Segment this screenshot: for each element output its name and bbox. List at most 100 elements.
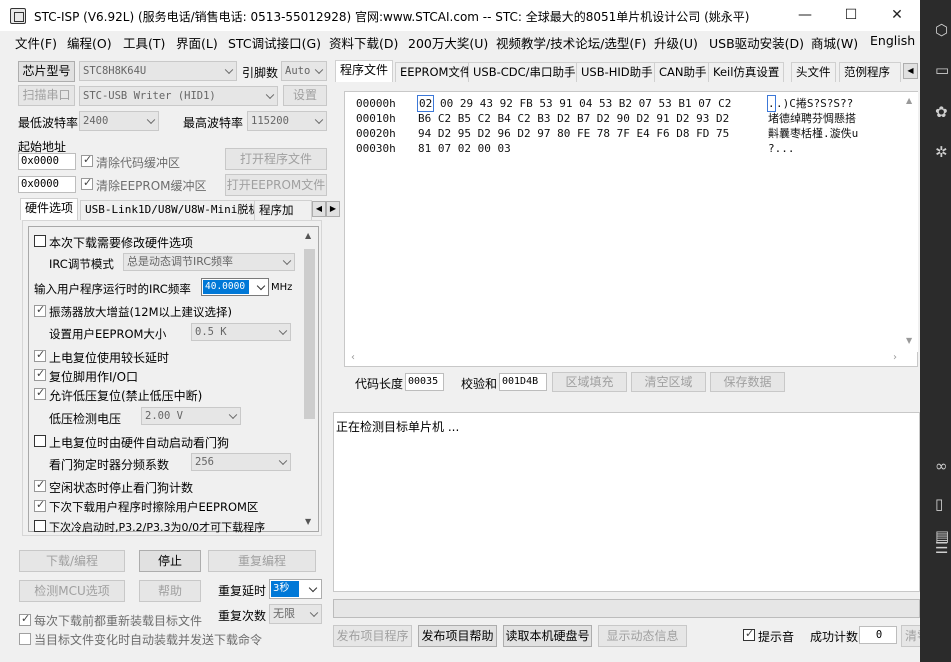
clear-region-button[interactable]: 清空区域 <box>631 372 706 392</box>
tab-usb-cdc[interactable]: USB-CDC/串口助手 <box>468 62 581 82</box>
menu-icon[interactable]: ☰ <box>935 540 951 556</box>
irc-freq-select[interactable]: 40.0000 <box>201 278 269 296</box>
repeat-count-select[interactable]: 无限 <box>269 604 322 624</box>
scroll-left-icon[interactable]: ‹ <box>351 352 355 363</box>
menu-interface[interactable]: 界面(L) <box>176 33 218 52</box>
clear-eeprom-label: 清除EEPROM缓冲区 <box>96 179 207 193</box>
wdt-auto-checkbox[interactable] <box>34 435 46 447</box>
show-dynamic-info-button[interactable]: 显示动态信息 <box>598 625 687 647</box>
chip-type-button[interactable]: 芯片型号 <box>18 61 75 82</box>
app-icon <box>10 8 26 24</box>
eeprom-size-select[interactable]: 0.5 K <box>191 323 291 341</box>
eeprom-address-input[interactable]: 0x0000 <box>18 176 76 193</box>
tab-usb-link[interactable]: USB-Link1D/U8W/U8W-Mini脱机 <box>80 200 265 220</box>
gear-icon[interactable]: ✿ <box>935 104 951 120</box>
close-button[interactable]: ✕ <box>874 0 920 31</box>
options-scrollbar[interactable]: ▲ ▼ <box>301 227 318 531</box>
chip-select[interactable]: STC8H8K64U <box>79 61 237 81</box>
menu-docs[interactable]: 资料下载(D) <box>329 33 398 52</box>
pin-select[interactable]: Auto <box>281 61 327 81</box>
publish-help-button[interactable]: 发布项目帮助 <box>418 625 497 647</box>
menu-tools[interactable]: 工具(T) <box>123 33 165 52</box>
open-program-file-button[interactable]: 打开程序文件 <box>225 148 327 170</box>
tab-program-file[interactable]: 程序文件 <box>335 60 394 82</box>
scan-port-button[interactable]: 扫描串口 <box>18 85 75 106</box>
scroll-down-icon[interactable]: ▼ <box>906 336 912 345</box>
fill-region-button[interactable]: 区域填充 <box>552 372 627 392</box>
erase-eeprom-checkbox[interactable] <box>34 498 46 512</box>
panel-icon[interactable]: ▯ <box>935 496 951 512</box>
tab-can[interactable]: CAN助手 <box>654 62 712 82</box>
irc-mode-select[interactable]: 总是动态调节IRC频率 <box>123 253 295 271</box>
tab-usb-hid[interactable]: USB-HID助手 <box>576 62 658 82</box>
scroll-up-icon[interactable]: ▲ <box>305 231 311 240</box>
folder-icon[interactable]: ▭ <box>935 62 951 78</box>
scroll-up-icon[interactable]: ▲ <box>906 96 912 105</box>
repeat-delay-select[interactable]: 3秒 <box>269 579 322 599</box>
tab-program-encrypt[interactable]: 程序加 <box>254 200 312 220</box>
menu-program[interactable]: 编程(O) <box>67 33 112 52</box>
cold-boot-checkbox[interactable] <box>34 520 46 532</box>
hex-vscroll[interactable]: ▲ ▼ <box>901 92 918 352</box>
check-mcu-button[interactable]: 检测MCU选项 <box>19 580 125 602</box>
tab-scroll-right-icon[interactable]: ▶ <box>326 201 340 217</box>
log-output[interactable]: 正在检测目标单片机 ... <box>333 412 920 592</box>
scroll-right-icon[interactable]: › <box>893 352 897 363</box>
menu-prize[interactable]: 200万大奖(U) <box>408 33 488 52</box>
open-eeprom-file-button[interactable]: 打开EEPROM文件 <box>225 174 327 196</box>
port-select[interactable]: STC-USB Writer (HID1) <box>79 86 278 106</box>
min-baud-select[interactable]: 2400 <box>79 111 159 131</box>
tab-scroll-left-icon[interactable]: ◀ <box>312 201 326 217</box>
max-baud-select[interactable]: 115200 <box>247 111 327 131</box>
clear-code-checkbox[interactable] <box>81 153 93 167</box>
stop-button[interactable]: 停止 <box>139 550 201 572</box>
tab-header-file[interactable]: 头文件 <box>791 62 836 82</box>
maximize-button[interactable]: ☐ <box>828 0 874 31</box>
hex-editor[interactable]: 00000h 02 00 29 43 92 FB 53 91 04 53 B2 07… <box>344 91 918 367</box>
lvr-checkbox[interactable] <box>34 386 46 400</box>
tab-hardware-options[interactable]: 硬件选项 <box>20 198 79 220</box>
menu-english[interactable]: English <box>870 33 915 48</box>
chevron-down-icon <box>228 410 238 420</box>
read-disk-id-button[interactable]: 读取本机硬盘号 <box>503 625 592 647</box>
link-icon[interactable]: ∞ <box>935 458 951 474</box>
hex-hscroll[interactable]: ‹ › <box>345 350 901 366</box>
tab-keil[interactable]: Keil仿真设置 <box>708 62 785 82</box>
download-program-button[interactable]: 下载/编程 <box>19 550 125 572</box>
minimize-button[interactable]: — <box>782 0 828 31</box>
menu-video[interactable]: 视频教学/技术论坛/选型(F) <box>496 33 646 52</box>
beep-checkbox[interactable] <box>743 627 755 641</box>
scroll-down-icon[interactable]: ▼ <box>305 517 311 526</box>
clear-eeprom-checkbox[interactable] <box>81 176 93 190</box>
reset-io-checkbox[interactable] <box>34 367 46 381</box>
wdt-prescale-select[interactable]: 256 <box>191 453 291 471</box>
menu-debug[interactable]: STC调试接口(G) <box>228 33 321 52</box>
reload-checkbox[interactable] <box>19 612 31 626</box>
reset-io-label: 复位脚用作I/O口 <box>49 370 139 384</box>
scrollbar-thumb[interactable] <box>304 249 315 419</box>
reset-delay-checkbox[interactable] <box>34 348 46 362</box>
menu-shop[interactable]: 商城(W) <box>811 33 858 52</box>
tab-eeprom-file[interactable]: EEPROM文件 <box>395 62 477 82</box>
modify-hw-checkbox[interactable] <box>34 235 46 247</box>
tab-examples[interactable]: 范例程序 <box>839 62 901 82</box>
hex-address: 00020h <box>356 127 396 140</box>
auto-load-checkbox[interactable] <box>19 633 31 645</box>
auto-load-label: 当目标文件变化时自动装载并发送下载命令 <box>34 633 263 647</box>
menu-usb-driver[interactable]: USB驱动安装(D) <box>709 33 804 52</box>
cube-icon[interactable]: ⬡ <box>935 22 951 38</box>
code-address-input[interactable]: 0x0000 <box>18 153 76 170</box>
help-button[interactable]: 帮助 <box>139 580 201 602</box>
lvd-select[interactable]: 2.00 V <box>141 407 241 425</box>
tab-scroll-left-icon[interactable]: ◀ <box>903 63 918 79</box>
menu-upgrade[interactable]: 升级(U) <box>654 33 698 52</box>
repeat-program-button[interactable]: 重复编程 <box>208 550 316 572</box>
save-data-button[interactable]: 保存数据 <box>710 372 785 392</box>
idle-wdt-checkbox[interactable] <box>34 478 46 492</box>
max-baud-label: 最高波特率 <box>183 116 244 130</box>
osc-gain-checkbox[interactable] <box>34 303 46 317</box>
publish-program-button[interactable]: 发布项目程序 <box>333 625 412 647</box>
menu-file[interactable]: 文件(F) <box>15 33 57 52</box>
sparkle-icon[interactable]: ✲ <box>935 144 951 160</box>
settings-button[interactable]: 设置 <box>283 85 327 106</box>
